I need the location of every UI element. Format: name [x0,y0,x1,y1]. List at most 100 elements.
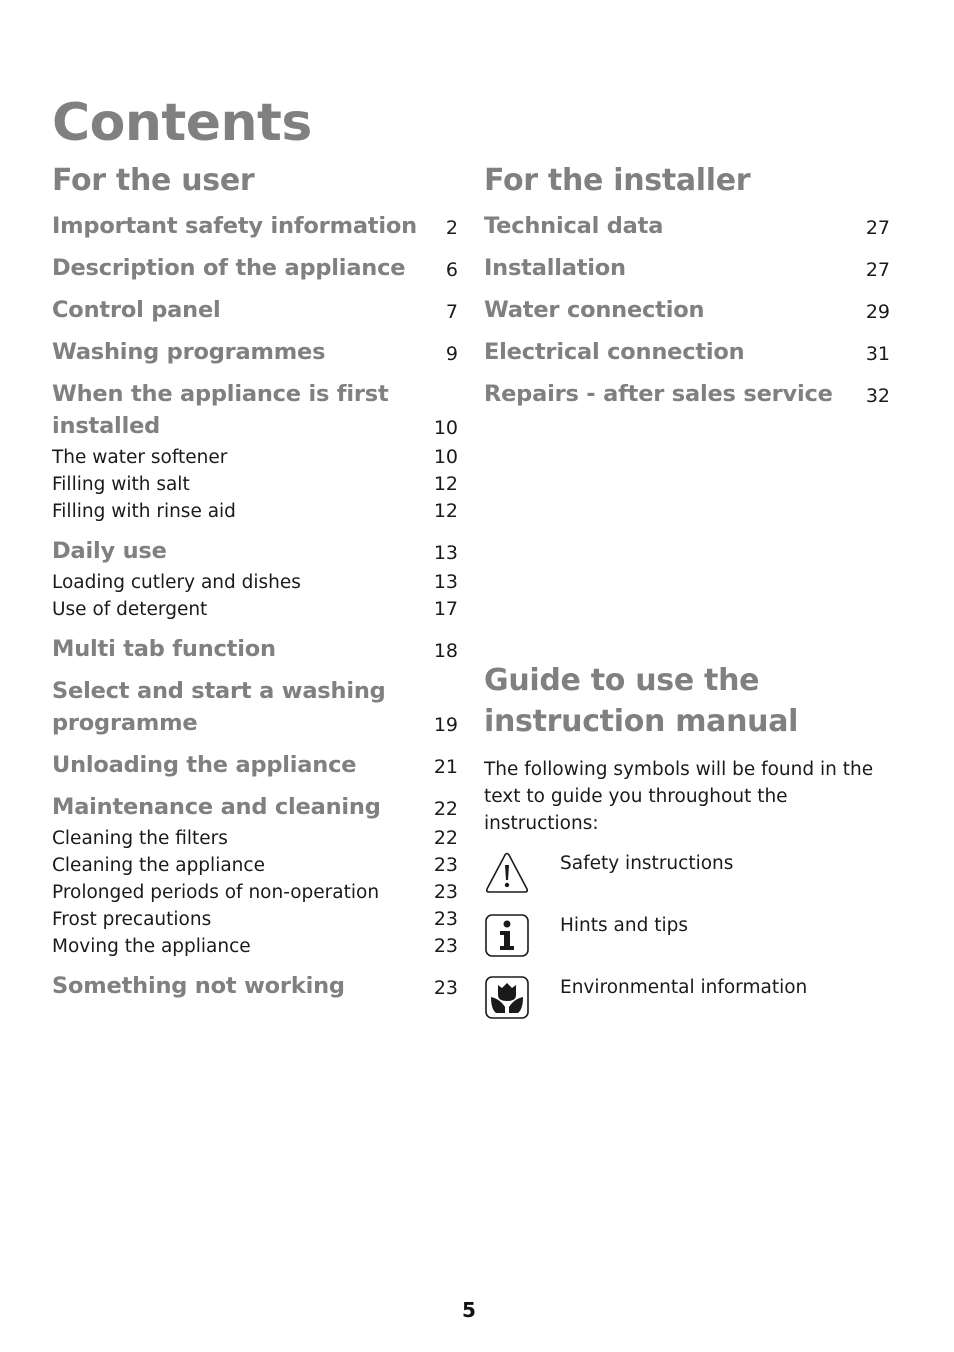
toc-entry[interactable]: Control panel 7 [52,294,458,326]
symbol-legend-item: Environmental information [484,975,904,1037]
toc-subentry-title: Frost precautions [52,909,212,930]
toc-entry-page: 27 [865,259,890,281]
toc-subentry[interactable]: Moving the appliance 23 [52,933,458,960]
toc-subentry[interactable]: Filling with rinse aid 12 [52,498,458,525]
toc-entry-page: 31 [865,343,890,365]
toc-subentry[interactable]: Prolonged periods of non-operation 23 [52,879,458,906]
toc-entry[interactable]: Washing programmes 9 [52,336,458,368]
toc-subentry-title: Cleaning the filters [52,828,228,849]
toc-subentry[interactable]: Cleaning the appliance 23 [52,852,458,879]
toc-subentry-page: 13 [433,571,458,593]
toc-entry[interactable]: Daily use 13 [52,535,458,567]
toc-entry-title: Washing programmes [52,339,326,365]
toc-subentries: Cleaning the filters 22 Cleaning the app… [52,825,458,960]
toc-entry[interactable]: Description of the appliance 6 [52,252,458,284]
toc-entry[interactable]: Repairs - after sales service 32 [484,378,890,410]
symbol-legend-item: Safety instructions [484,851,904,913]
toc-subentry-title: Filling with rinse aid [52,501,236,522]
toc-entry[interactable]: Electrical connection 31 [484,336,890,368]
symbol-legend-item: Hints and tips [484,913,904,975]
toc-entry[interactable]: Select and start a washing programme 19 [52,675,458,739]
user-section: For the user Important safety informatio… [52,166,458,1012]
toc-subentries: Loading cutlery and dishes 13 Use of det… [52,569,458,623]
flower-environment-icon [485,976,529,1019]
toc-entry[interactable]: Water connection 29 [484,294,890,326]
guide-section: Guide to use the instruction manual The … [484,660,904,1037]
guide-heading: Guide to use the instruction manual [484,660,904,742]
toc-entry-title: Control panel [52,297,221,323]
toc-subentry-page: 22 [433,827,458,849]
toc-entry[interactable]: Maintenance and cleaning 22 [52,791,458,823]
toc-subentry-page: 23 [433,881,458,903]
toc-entry-page: 9 [445,343,458,365]
toc-entry-page: 32 [865,385,890,407]
toc-entry-title-line2: installed [52,413,161,439]
toc-entry-title-line1: When the appliance is first [52,381,389,407]
toc-subentry[interactable]: Loading cutlery and dishes 13 [52,569,458,596]
guide-intro: The following symbols will be found in t… [484,759,874,834]
toc-subentry-title: Loading cutlery and dishes [52,572,301,593]
installer-section-heading: For the installer [484,163,751,198]
symbol-label: Safety instructions [560,853,734,874]
toc-entry-title: Electrical connection [484,339,745,365]
toc-entry-title: Something not working [52,973,345,999]
toc-subentries: The water softener 10 Filling with salt … [52,444,458,525]
toc-subentry[interactable]: Filling with salt 12 [52,471,458,498]
toc-subentry-title: Cleaning the appliance [52,855,265,876]
toc-entry-title-line2: programme [52,710,198,736]
warning-triangle-icon [485,852,529,893]
toc-entry-page: 29 [865,301,890,323]
toc-entry[interactable]: Unloading the appliance 21 [52,749,458,781]
toc-entry-title: Maintenance and cleaning [52,794,381,820]
toc-entry-title: Installation [484,255,626,281]
toc-entry[interactable]: Installation 27 [484,252,890,284]
page-title: Contents [52,92,312,153]
info-icon [485,914,529,957]
page-number: 5 [462,1298,476,1322]
toc-subentry-title: The water softener [52,447,228,468]
toc-entry-title: Important safety information [52,213,417,239]
toc-subentry-page: 12 [433,473,458,495]
toc-subentry[interactable]: The water softener 10 [52,444,458,471]
toc-entry-title: Technical data [484,213,664,239]
toc-subentry-page: 23 [433,908,458,930]
toc-entry-title: Multi tab function [52,636,276,662]
toc-entry-title: Daily use [52,538,167,564]
user-section-heading: For the user [52,163,255,198]
toc-entry-page: 6 [445,259,458,281]
toc-subentry-title: Prolonged periods of non-operation [52,882,380,903]
toc-subentry-page: 23 [433,935,458,957]
toc-subentry[interactable]: Cleaning the filters 22 [52,825,458,852]
toc-entry-title: Description of the appliance [52,255,406,281]
toc-entry[interactable]: When the appliance is first installed 10 [52,378,458,442]
toc-entry-page: 23 [433,977,458,999]
toc-subentry-title: Use of detergent [52,599,208,620]
toc-entry-page: 13 [433,542,458,564]
toc-subentry[interactable]: Use of detergent 17 [52,596,458,623]
toc-entry-page: 7 [445,301,458,323]
guide-heading-line1: Guide to use the [484,663,760,698]
toc-entry-title: Unloading the appliance [52,752,357,778]
toc-subentry-title: Filling with salt [52,474,190,495]
toc-entry[interactable]: Something not working 23 [52,970,458,1002]
toc-entry-page: 22 [433,798,458,820]
toc-entry[interactable]: Technical data 27 [484,210,890,242]
toc-entry-page: 2 [445,217,458,239]
guide-heading-line2: instruction manual [484,704,799,739]
toc-entry-page: 21 [433,756,458,778]
toc-entry-page: 10 [433,417,458,439]
toc-entry-title: Water connection [484,297,705,323]
toc-subentry[interactable]: Frost precautions 23 [52,906,458,933]
toc-subentry-page: 23 [433,854,458,876]
toc-entry-title-line1: Select and start a washing [52,678,386,704]
installer-section: For the installer Technical data 27 Inst… [484,166,890,420]
toc-subentry-title: Moving the appliance [52,936,251,957]
toc-entry[interactable]: Multi tab function 18 [52,633,458,665]
toc-entry-page: 18 [433,640,458,662]
symbol-label: Environmental information [560,977,808,998]
toc-entry-page: 19 [433,714,458,736]
toc-subentry-page: 12 [433,500,458,522]
toc-subentry-page: 17 [433,598,458,620]
toc-entry[interactable]: Important safety information 2 [52,210,458,242]
symbol-label: Hints and tips [560,915,689,936]
